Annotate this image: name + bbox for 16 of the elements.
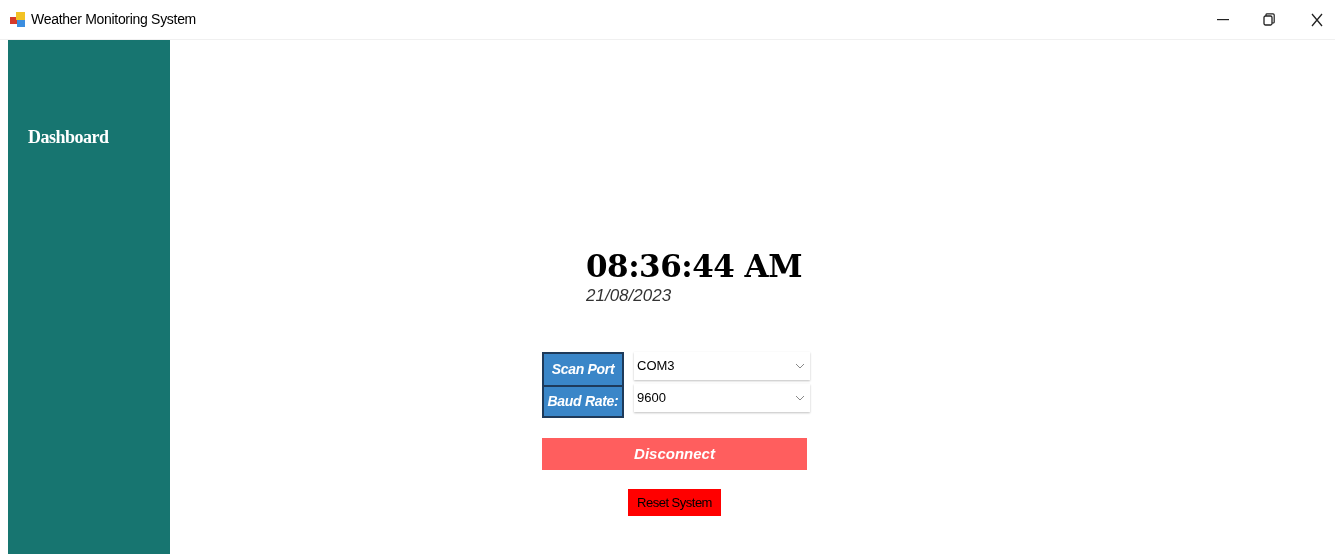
- window-title: Weather Monitoring System: [31, 10, 196, 29]
- clock-date: 21/08/2023: [586, 286, 672, 306]
- app-icon: [10, 11, 26, 28]
- dropdown[interactable]: COM3: [634, 352, 810, 380]
- reset-button[interactable]: Reset System: [628, 489, 721, 516]
- chevron-icon: [795, 363, 805, 369]
- chevron-icon: [795, 395, 805, 401]
- dropdown[interactable]: 9600: [634, 384, 810, 412]
- clock-time: 08:36:44 AM: [586, 247, 802, 286]
- close-icon[interactable]: [1311, 12, 1323, 27]
- disconnect-button[interactable]: Disconnect: [542, 438, 807, 470]
- field-label: Scan Port: [544, 354, 622, 385]
- field-label: Baud Rate:: [544, 385, 622, 416]
- restore-icon[interactable]: [1263, 13, 1275, 26]
- minimize-icon[interactable]: [1217, 18, 1229, 21]
- sidebar-item[interactable]: Dashboard: [28, 124, 170, 151]
